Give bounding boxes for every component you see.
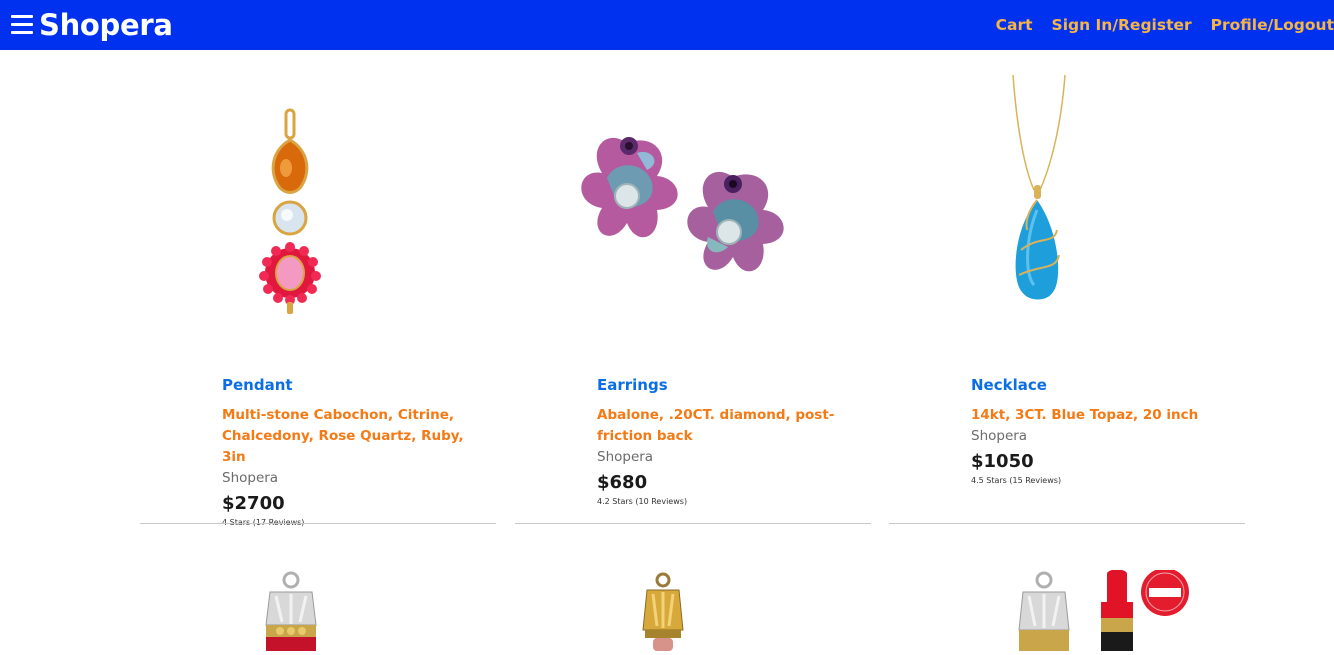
product-description[interactable]: 14kt, 3CT. Blue Topaz, 20 inch: [971, 405, 1233, 426]
product-category[interactable]: Earrings: [597, 375, 859, 395]
product-card: [515, 570, 871, 655]
card-divider: [889, 523, 1245, 524]
brand-logo[interactable]: Shopera: [39, 6, 173, 44]
product-rating: 4.5 Stars (15 Reviews): [971, 476, 1062, 485]
nav-link-sign-in-register[interactable]: Sign In/Register: [1052, 16, 1192, 34]
nav-link-profile-logout[interactable]: Profile/Logout: [1211, 16, 1334, 34]
product-image-lipstick[interactable]: [140, 570, 496, 651]
product-seller: Shopera: [222, 470, 279, 486]
product-image-earrings[interactable]: [515, 70, 871, 360]
product-category[interactable]: Pendant: [222, 375, 484, 395]
product-card: [889, 568, 1245, 655]
product-description[interactable]: Multi-stone Cabochon, Citrine, Chalcedon…: [222, 405, 484, 468]
product-image-necklace[interactable]: [889, 70, 1245, 360]
product-price: $1050: [971, 451, 1034, 472]
product-category[interactable]: Necklace: [971, 375, 1233, 395]
card-divider: [140, 523, 496, 524]
product-image-pendant[interactable]: [140, 70, 496, 360]
product-info: Pendant Multi-stone Cabochon, Citrine, C…: [222, 375, 484, 529]
nav-links: Cart Sign In/Register Profile/Logout: [977, 0, 1334, 50]
product-seller: Shopera: [971, 428, 1028, 444]
product-card: [140, 570, 496, 655]
product-rating: 4.2 Stars (10 Reviews): [597, 497, 688, 506]
product-info: Earrings Abalone, .20CT. diamond, post-f…: [597, 375, 859, 508]
nav-link-cart[interactable]: Cart: [996, 16, 1033, 34]
product-price: $2700: [222, 493, 285, 514]
card-divider: [515, 523, 871, 524]
product-image-lipstick[interactable]: [515, 570, 871, 651]
hamburger-menu-icon[interactable]: [11, 14, 33, 36]
product-price: $680: [597, 472, 648, 493]
product-image-lipstick[interactable]: [889, 568, 1245, 651]
product-seller: Shopera: [597, 449, 654, 465]
product-description[interactable]: Abalone, .20CT. diamond, post-friction b…: [597, 405, 859, 447]
top-navbar: Shopera Cart Sign In/Register Profile/Lo…: [0, 0, 1334, 50]
product-info: Necklace 14kt, 3CT. Blue Topaz, 20 inch …: [971, 375, 1233, 487]
